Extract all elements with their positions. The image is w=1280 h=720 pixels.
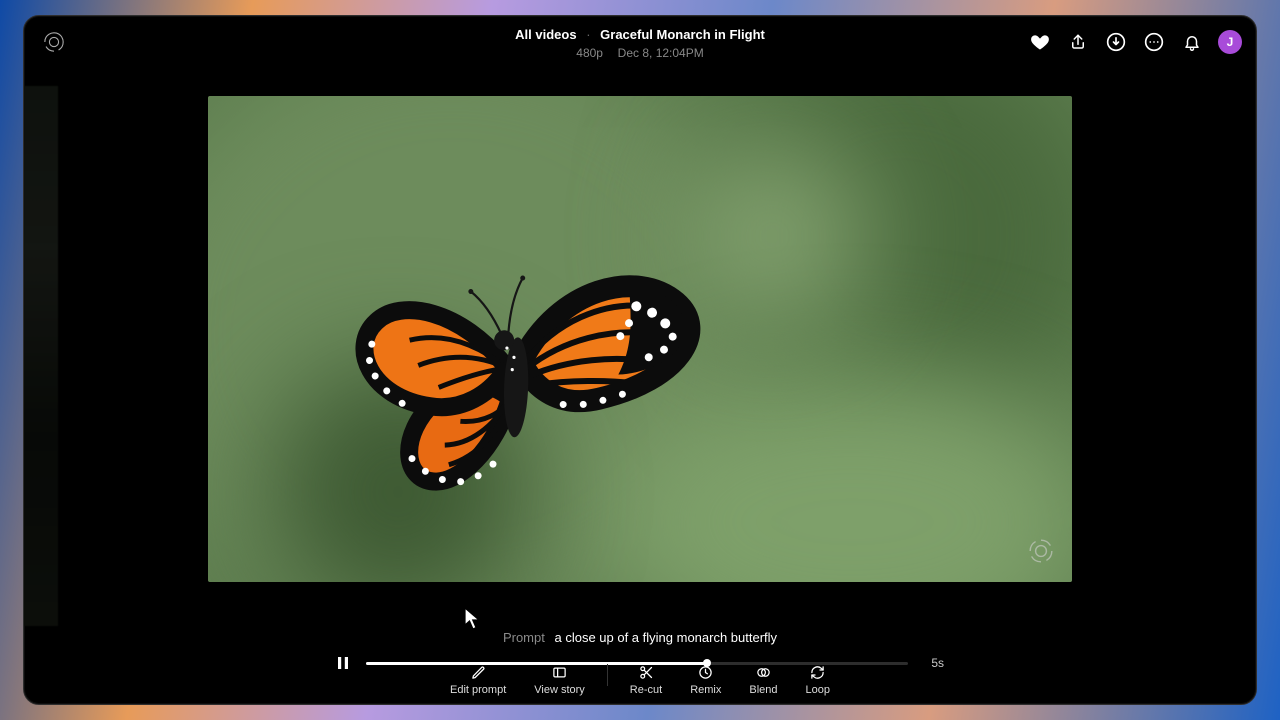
- video-detail-window: All videos · Graceful Monarch in Flight …: [23, 15, 1257, 705]
- tool-label: Loop: [806, 684, 830, 696]
- video-preview[interactable]: [208, 96, 1072, 582]
- blend-icon: [756, 664, 771, 680]
- app-logo[interactable]: [42, 30, 66, 54]
- brand-watermark-icon: [1028, 538, 1054, 564]
- pencil-icon: [471, 664, 486, 680]
- tool-label: Blend: [749, 684, 777, 696]
- tool-row: Edit prompt View story Re-cut Remix Ble: [24, 664, 1256, 696]
- breadcrumb-root[interactable]: All videos: [515, 27, 576, 42]
- avatar-initial: J: [1227, 35, 1234, 49]
- generation-timestamp: Dec 8, 12:04PM: [618, 46, 704, 60]
- prompt-text: a close up of a flying monarch butterfly: [554, 630, 777, 645]
- loop-button[interactable]: Loop: [806, 664, 830, 696]
- more-icon[interactable]: [1142, 30, 1166, 54]
- share-icon[interactable]: [1066, 30, 1090, 54]
- adjacent-video-peek[interactable]: [24, 86, 58, 626]
- tool-label: Remix: [690, 684, 721, 696]
- view-story-button[interactable]: View story: [534, 664, 585, 696]
- breadcrumb-separator: ·: [586, 27, 590, 42]
- edit-prompt-button[interactable]: Edit prompt: [450, 664, 506, 696]
- storyboard-icon: [552, 664, 567, 680]
- blend-button[interactable]: Blend: [749, 664, 777, 696]
- page-title: Graceful Monarch in Flight: [600, 27, 765, 42]
- prompt-label: Prompt: [503, 630, 545, 645]
- bell-icon[interactable]: [1180, 30, 1204, 54]
- scissors-icon: [639, 664, 654, 680]
- heart-icon[interactable]: [1028, 30, 1052, 54]
- top-bar: All videos · Graceful Monarch in Flight …: [24, 16, 1256, 72]
- re-cut-button[interactable]: Re-cut: [630, 664, 662, 696]
- tool-separator: [607, 664, 608, 686]
- remix-button[interactable]: Remix: [690, 664, 721, 696]
- header-actions: J: [1028, 30, 1242, 54]
- loop-icon: [810, 664, 825, 680]
- prompt-row: Prompt a close up of a flying monarch bu…: [24, 630, 1256, 645]
- tool-label: Re-cut: [630, 684, 662, 696]
- resolution-badge: 480p: [576, 46, 603, 60]
- tool-label: View story: [534, 684, 585, 696]
- tool-label: Edit prompt: [450, 684, 506, 696]
- monarch-butterfly: [325, 227, 730, 525]
- download-icon[interactable]: [1104, 30, 1128, 54]
- remix-icon: [698, 664, 713, 680]
- avatar[interactable]: J: [1218, 30, 1242, 54]
